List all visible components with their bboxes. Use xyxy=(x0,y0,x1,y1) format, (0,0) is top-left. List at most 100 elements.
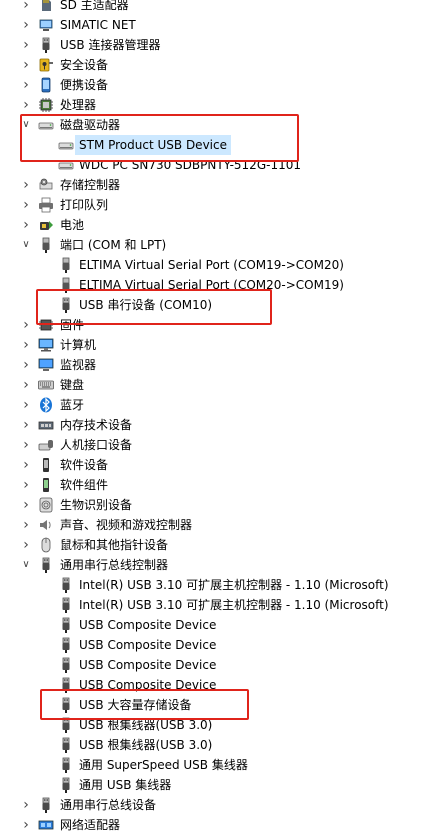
tree-item[interactable]: › 处理器 xyxy=(0,95,430,115)
monitor-icon xyxy=(38,357,54,373)
tree-item[interactable]: › 计算机 xyxy=(0,335,430,355)
tree-item[interactable]: › 软件设备 xyxy=(0,455,430,475)
chevron-right-icon[interactable]: › xyxy=(20,315,32,335)
tree-item-label: 生物识别设备 xyxy=(60,498,133,512)
usb-device-icon xyxy=(58,737,74,753)
usb-device-icon xyxy=(58,617,74,633)
tree-item-label: 通用 SuperSpeed USB 集线器 xyxy=(79,758,248,772)
chevron-right-icon[interactable]: › xyxy=(20,195,32,215)
tree-item-label: 声音、视频和游戏控制器 xyxy=(60,518,193,532)
tree-item-label: 人机接口设备 xyxy=(60,438,133,452)
tree-item-label: 电池 xyxy=(60,218,85,232)
chevron-right-icon[interactable]: › xyxy=(20,795,32,815)
tree-item[interactable]: › SIMATIC NET xyxy=(0,15,430,35)
tree-item[interactable]: Intel(R) USB 3.10 可扩展主机控制器 - 1.10 (Micro… xyxy=(0,595,430,615)
tree-item[interactable]: › 打印队列 xyxy=(0,195,430,215)
tree-item[interactable]: USB 根集线器(USB 3.0) xyxy=(0,735,430,755)
software-device-icon xyxy=(38,457,54,473)
portable-device-icon xyxy=(38,77,54,93)
chevron-down-icon[interactable]: ∨ xyxy=(20,235,32,255)
chevron-right-icon[interactable]: › xyxy=(20,395,32,415)
tree-item-label: 软件组件 xyxy=(60,478,109,492)
tree-item-label: 处理器 xyxy=(60,98,97,112)
network-adapter-icon xyxy=(38,817,54,833)
tree-item-label: SIMATIC NET xyxy=(60,18,136,32)
tree-item-label: 计算机 xyxy=(60,338,97,352)
chevron-right-icon[interactable]: › xyxy=(20,515,32,535)
tree-item[interactable]: › SD 主适配器 xyxy=(0,0,430,15)
storage-controller-icon xyxy=(38,177,54,193)
chevron-right-icon[interactable]: › xyxy=(20,335,32,355)
tree-item[interactable]: ∨ 通用串行总线控制器 xyxy=(0,555,430,575)
chevron-right-icon[interactable]: › xyxy=(20,815,32,835)
tree-item-label: 键盘 xyxy=(60,378,85,392)
tree-item[interactable]: › 软件组件 xyxy=(0,475,430,495)
tree-item-label: 通用 USB 集线器 xyxy=(79,778,172,792)
sd-card-icon xyxy=(38,0,54,13)
chevron-right-icon[interactable]: › xyxy=(20,15,32,35)
tree-item-label: 蓝牙 xyxy=(60,398,85,412)
tree-item[interactable]: › 安全设备 xyxy=(0,55,430,75)
computer-icon xyxy=(38,337,54,353)
tree-item[interactable]: › 网络适配器 xyxy=(0,815,430,835)
tree-item[interactable]: › 通用串行总线设备 xyxy=(0,795,430,815)
tree-item-label: USB Composite Device xyxy=(79,618,217,632)
usb-device-icon xyxy=(58,777,74,793)
tree-item[interactable]: ELTIMA Virtual Serial Port (COM19->COM20… xyxy=(0,255,430,275)
chevron-right-icon[interactable]: › xyxy=(20,375,32,395)
tree-item[interactable]: › 存储控制器 xyxy=(0,175,430,195)
tree-item[interactable]: › 声音、视频和游戏控制器 xyxy=(0,515,430,535)
tree-item-label: USB Composite Device xyxy=(79,658,217,672)
tree-item-label: 安全设备 xyxy=(60,58,109,72)
tree-item[interactable]: ∨ 端口 (COM 和 LPT) xyxy=(0,235,430,255)
usb-device-icon xyxy=(58,637,74,653)
tree-item[interactable]: USB Composite Device xyxy=(0,635,430,655)
chevron-right-icon[interactable]: › xyxy=(20,535,32,555)
chevron-right-icon[interactable]: › xyxy=(20,55,32,75)
bluetooth-icon xyxy=(38,397,54,413)
tree-item[interactable]: › 键盘 xyxy=(0,375,430,395)
tree-item[interactable]: Intel(R) USB 3.10 可扩展主机控制器 - 1.10 (Micro… xyxy=(0,575,430,595)
tree-item[interactable]: › 监视器 xyxy=(0,355,430,375)
tree-item[interactable]: › 便携设备 xyxy=(0,75,430,95)
tree-item-label: 存储控制器 xyxy=(60,178,121,192)
tree-item[interactable]: 通用 USB 集线器 xyxy=(0,775,430,795)
chevron-right-icon[interactable]: › xyxy=(20,175,32,195)
tree-item-label: 鼠标和其他指针设备 xyxy=(60,538,169,552)
highlight-box-disk-drives xyxy=(20,114,299,162)
chevron-right-icon[interactable]: › xyxy=(20,355,32,375)
security-key-icon xyxy=(38,57,54,73)
chevron-right-icon[interactable]: › xyxy=(20,435,32,455)
chevron-right-icon[interactable]: › xyxy=(20,415,32,435)
tree-item[interactable]: › 电池 xyxy=(0,215,430,235)
usb-device-icon xyxy=(38,797,54,813)
printer-icon xyxy=(38,197,54,213)
tree-item[interactable]: › 生物识别设备 xyxy=(0,495,430,515)
chevron-right-icon[interactable]: › xyxy=(20,95,32,115)
tree-item[interactable]: › 蓝牙 xyxy=(0,395,430,415)
chevron-right-icon[interactable]: › xyxy=(20,475,32,495)
chevron-right-icon[interactable]: › xyxy=(20,215,32,235)
tree-item[interactable]: 通用 SuperSpeed USB 集线器 xyxy=(0,755,430,775)
usb-device-icon xyxy=(58,657,74,673)
tree-item[interactable]: USB Composite Device xyxy=(0,615,430,635)
mouse-icon xyxy=(38,537,54,553)
keyboard-icon xyxy=(38,377,54,393)
tree-item[interactable]: › 内存技术设备 xyxy=(0,415,430,435)
chevron-down-icon[interactable]: ∨ xyxy=(20,555,32,575)
tree-item[interactable]: › 人机接口设备 xyxy=(0,435,430,455)
network-icon xyxy=(38,17,54,33)
chevron-right-icon[interactable]: › xyxy=(20,0,32,15)
tree-item[interactable]: › 鼠标和其他指针设备 xyxy=(0,535,430,555)
tree-item[interactable]: USB Composite Device xyxy=(0,655,430,675)
chevron-right-icon[interactable]: › xyxy=(20,75,32,95)
tree-item-label: SD 主适配器 xyxy=(60,0,129,12)
chevron-right-icon[interactable]: › xyxy=(20,35,32,55)
chevron-right-icon[interactable]: › xyxy=(20,495,32,515)
usb-device-icon xyxy=(38,557,54,573)
highlight-box-usb-serial xyxy=(36,289,272,325)
usb-device-icon xyxy=(58,757,74,773)
tree-item[interactable]: › USB 连接器管理器 xyxy=(0,35,430,55)
tree-item-label: 端口 (COM 和 LPT) xyxy=(60,238,167,252)
chevron-right-icon[interactable]: › xyxy=(20,455,32,475)
